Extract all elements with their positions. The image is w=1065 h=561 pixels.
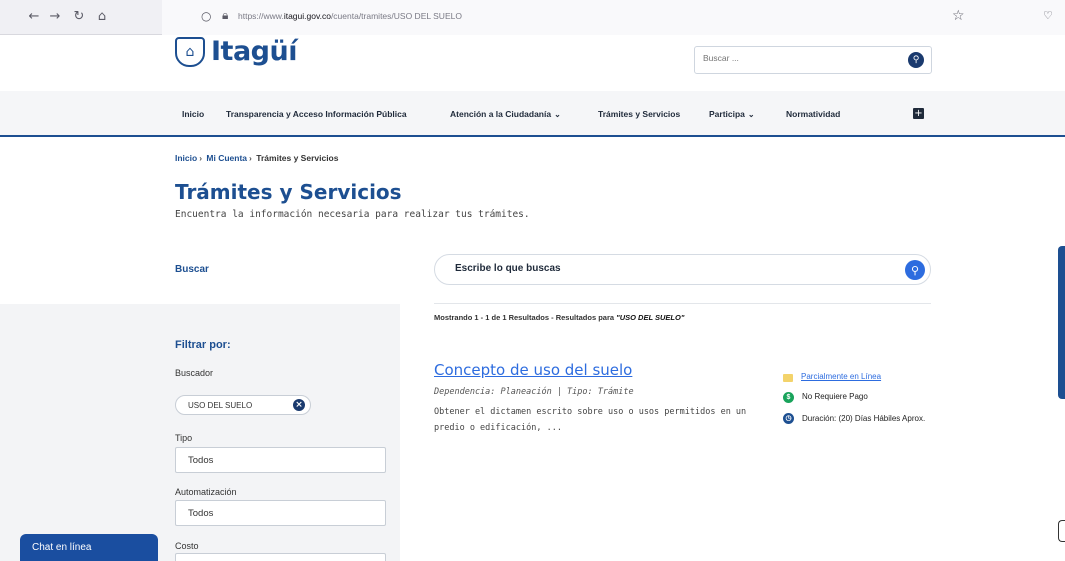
chevron-down-icon: ⌄ bbox=[554, 110, 561, 119]
browser-toolbar: ← → ↻ ⌂ ○ 🔒︎ https://www.itagui.gov.co/c… bbox=[0, 0, 1065, 35]
search-icon[interactable]: ⚲ bbox=[908, 52, 924, 68]
online-icon bbox=[783, 374, 793, 382]
url-text[interactable]: https://www.itagui.gov.co/cuenta/tramite… bbox=[238, 11, 462, 21]
clock-icon: ◷ bbox=[783, 413, 794, 424]
filter-chip: USO DEL SUELO × bbox=[175, 395, 311, 415]
filter-chip-label: USO DEL SUELO bbox=[188, 401, 253, 410]
breadcrumb-item-inicio[interactable]: Inicio bbox=[175, 153, 197, 163]
result-dependency: Dependencia: Planeación | Tipo: Trámite bbox=[434, 387, 634, 397]
result-payment: $ No Requiere Pago bbox=[783, 392, 868, 403]
site-logo[interactable]: ⌂ Itagüí bbox=[175, 36, 297, 67]
filter-title: Filtrar por: bbox=[175, 339, 231, 351]
lock-icon[interactable]: 🔒︎ bbox=[222, 8, 228, 23]
breadcrumb-item-current: Trámites y Servicios bbox=[256, 153, 339, 163]
side-widget-button[interactable] bbox=[1058, 520, 1065, 542]
tipo-select-value: Todos bbox=[188, 455, 214, 466]
home-icon[interactable]: ⌂ bbox=[94, 9, 110, 24]
breadcrumb-item-mi-cuenta[interactable]: Mi Cuenta bbox=[206, 153, 247, 163]
tipo-label: Tipo bbox=[175, 433, 193, 443]
menu-item-normatividad[interactable]: Normatividad bbox=[786, 109, 840, 119]
result-title-link[interactable]: Concepto de uso del suelo bbox=[434, 361, 632, 379]
close-icon[interactable]: × bbox=[293, 399, 305, 411]
side-accessibility-tab[interactable] bbox=[1058, 246, 1065, 399]
menu-item-atencion[interactable]: Atención a la Ciudadanía ⌄ bbox=[450, 109, 561, 119]
menu-item-tramites[interactable]: Trámites y Servicios bbox=[598, 109, 680, 119]
tipo-select[interactable]: Todos bbox=[175, 447, 386, 473]
payment-label: No Requiere Pago bbox=[802, 392, 868, 401]
main-menu: Inicio Transparencia y Acceso Informació… bbox=[0, 91, 1065, 137]
search-icon[interactable]: ⚲ bbox=[905, 260, 925, 280]
page-subtitle: Encuentra la información necesaria para … bbox=[175, 209, 530, 220]
menu-item-participa[interactable]: Participa ⌄ bbox=[709, 109, 755, 119]
chat-button[interactable]: Chat en línea bbox=[20, 534, 158, 561]
automatizacion-select-value: Todos bbox=[188, 508, 214, 519]
duration-label: Duración: (20) Días Hábiles Aprox. bbox=[802, 414, 926, 423]
shield-icon[interactable]: ○ bbox=[201, 9, 211, 23]
online-link[interactable]: Parcialmente en Línea bbox=[801, 372, 881, 381]
breadcrumb-separator: › bbox=[199, 153, 203, 163]
header-search: ⚲ bbox=[694, 46, 932, 74]
automatizacion-label: Automatización bbox=[175, 487, 237, 497]
costo-select[interactable] bbox=[175, 553, 386, 561]
main-search-input[interactable] bbox=[455, 263, 875, 274]
breadcrumb: Inicio › Mi Cuenta › Trámites y Servicios bbox=[175, 153, 338, 163]
coat-of-arms-icon: ⌂ bbox=[175, 36, 205, 67]
logo-text: Itagüí bbox=[211, 36, 297, 67]
dollar-icon: $ bbox=[783, 392, 794, 403]
plus-icon[interactable]: + bbox=[913, 108, 924, 119]
page-title: Trámites y Servicios bbox=[175, 180, 402, 204]
pocket-icon[interactable]: ♡ bbox=[1043, 9, 1053, 22]
forward-icon[interactable]: → bbox=[47, 9, 63, 24]
search-label: Buscar bbox=[175, 264, 209, 275]
chevron-down-icon: ⌄ bbox=[747, 110, 755, 119]
main-search: ⚲ bbox=[434, 254, 931, 285]
divider bbox=[434, 303, 931, 304]
result-description: Obtener el dictamen escrito sobre uso o … bbox=[434, 407, 747, 433]
automatizacion-select[interactable]: Todos bbox=[175, 500, 386, 526]
back-icon[interactable]: ← bbox=[26, 9, 42, 24]
menu-item-inicio[interactable]: Inicio bbox=[182, 109, 204, 119]
header-search-input[interactable] bbox=[703, 53, 883, 63]
costo-label: Costo bbox=[175, 541, 199, 551]
results-summary: Mostrando 1 - 1 de 1 Resultados - Result… bbox=[434, 313, 685, 322]
bookmark-star-icon[interactable]: ☆ bbox=[952, 8, 965, 24]
result-online-status: Parcialmente en Línea bbox=[783, 372, 881, 382]
menu-item-transparencia[interactable]: Transparencia y Acceso Información Públi… bbox=[226, 109, 407, 119]
result-duration: ◷ Duración: (20) Días Hábiles Aprox. bbox=[783, 412, 933, 425]
breadcrumb-separator: › bbox=[249, 153, 252, 163]
buscador-label: Buscador bbox=[175, 368, 214, 378]
reload-icon[interactable]: ↻ bbox=[71, 9, 87, 24]
